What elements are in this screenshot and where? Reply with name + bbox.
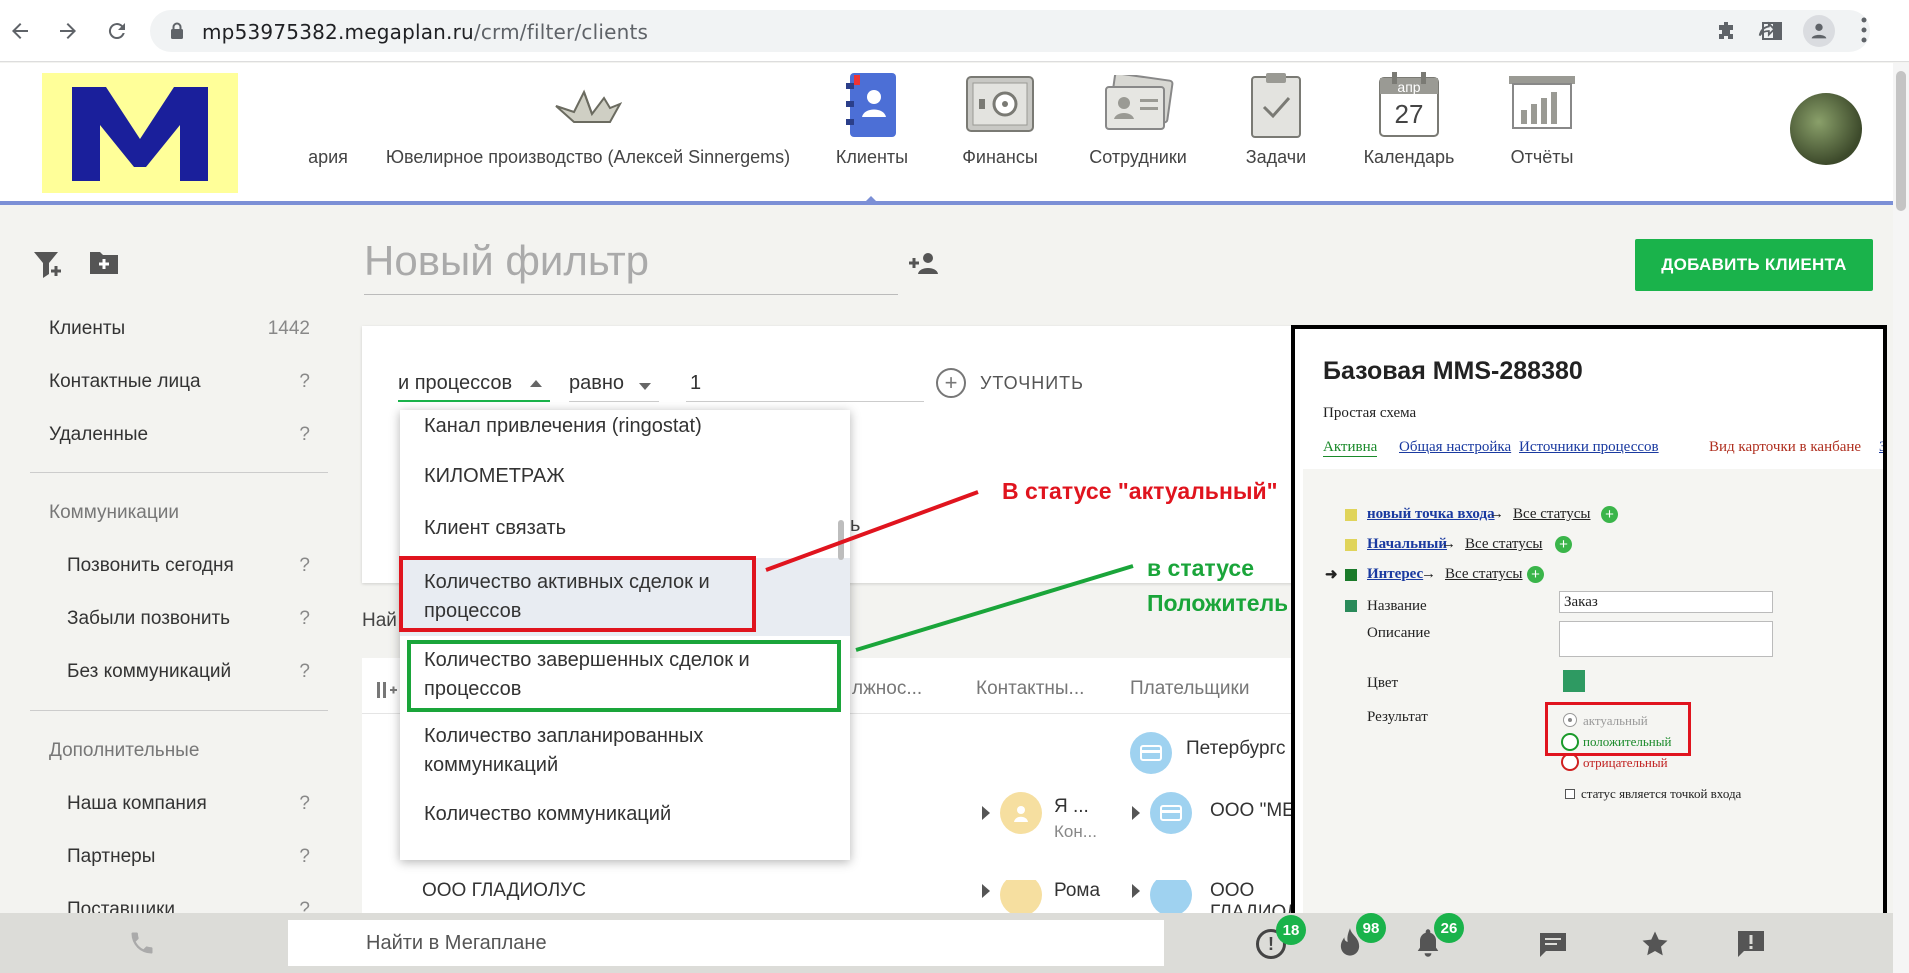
result-option-negative: отрицательный (1583, 755, 1668, 770)
highlight-box-results (1545, 702, 1691, 756)
status-target[interactable]: Все статусы (1445, 566, 1523, 583)
field-label-name: Название (1367, 598, 1427, 614)
add-status-icon[interactable]: + (1527, 566, 1544, 583)
status-description-input[interactable] (1559, 621, 1773, 657)
entry-point-label: статус является точкой входа (1581, 786, 1742, 801)
status-target[interactable]: Все статусы (1465, 536, 1543, 553)
favorites-star-icon[interactable] (1640, 929, 1670, 964)
tab-active[interactable]: Активна (1323, 439, 1378, 457)
chat-icon[interactable] (1538, 931, 1568, 964)
arrow-right-icon: → (1441, 536, 1456, 552)
feedback-icon[interactable] (1736, 929, 1766, 964)
panel-subtitle: Простая схема (1323, 405, 1417, 421)
field-label-color: Цвет (1367, 675, 1399, 691)
add-status-icon[interactable]: + (1555, 536, 1572, 553)
global-search-input[interactable]: Найти в Мегаплане (288, 920, 1164, 966)
phone-icon[interactable] (128, 929, 156, 962)
status-color-swatch (1345, 600, 1357, 612)
current-status-pointer: ➜ (1325, 567, 1338, 583)
status-name-input[interactable]: Заказ (1559, 591, 1773, 613)
tab-process-sources[interactable]: Источники процессов (1519, 439, 1659, 456)
status-color-swatch (1345, 569, 1357, 581)
status-color-swatch (1345, 539, 1357, 551)
alerts-badge: 18 (1276, 915, 1306, 945)
tab-kanban-card[interactable]: Вид карточки в канбане (1709, 439, 1861, 456)
status-name[interactable]: Интерес (1367, 566, 1423, 583)
status-target[interactable]: Все статусы (1513, 506, 1591, 523)
status-color-swatch (1345, 509, 1357, 521)
arrow-right-icon: → (1489, 506, 1504, 522)
panel-title: Базовая MMS-288380 (1323, 357, 1583, 385)
fire-badge: 98 (1356, 913, 1386, 943)
search-placeholder: Найти в Мегаплане (366, 932, 547, 954)
annotation-green-text-2: Положитель (1147, 590, 1287, 616)
bottom-bar: Найти в Мегаплане ! 18 98 26 (0, 913, 1893, 973)
field-label-description: Описание (1367, 625, 1431, 641)
field-label-result: Результат (1367, 709, 1428, 725)
add-status-icon[interactable]: + (1601, 506, 1618, 523)
status-name[interactable]: новый точка входа (1367, 506, 1495, 523)
process-settings-panel: Базовая MMS-288380 Простая схема Активна… (1291, 325, 1887, 919)
annotation-green-text-1: в статусе (1147, 555, 1255, 581)
status-color-picker[interactable] (1563, 670, 1585, 692)
tab-general-settings[interactable]: Общая настройка (1399, 439, 1511, 456)
bell-badge: 26 (1434, 913, 1464, 943)
annotation-red-text: В статусе "актуальный" (1002, 478, 1278, 504)
tab-overflow[interactable]: З (1879, 439, 1883, 456)
status-name[interactable]: Начальный (1367, 536, 1447, 553)
arrow-right-icon: → (1421, 566, 1436, 582)
entry-point-checkbox[interactable] (1565, 789, 1575, 799)
